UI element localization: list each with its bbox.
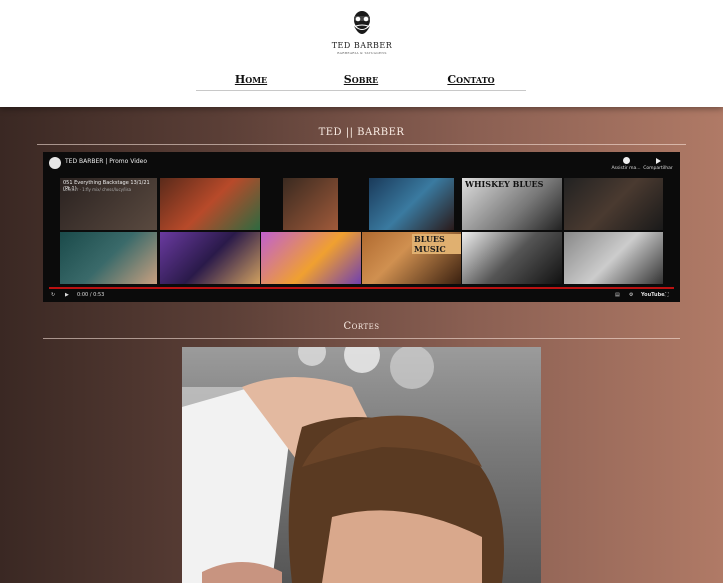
share-button[interactable]: Compartilhar xyxy=(643,157,673,171)
share-icon xyxy=(655,158,661,164)
logo-text: TED BARBER xyxy=(331,41,393,50)
thumbnail[interactable] xyxy=(160,232,260,284)
nav-contato[interactable]: Contato xyxy=(416,70,526,91)
nav-home[interactable]: Home xyxy=(196,70,306,91)
watch-later-button[interactable]: Assistir ma... xyxy=(611,157,641,171)
thumbnail[interactable] xyxy=(564,232,663,284)
replay-icon[interactable]: ↻ xyxy=(51,292,55,298)
cortes-section-title: Cortes xyxy=(343,321,380,332)
thumbnail[interactable] xyxy=(60,232,157,284)
video-section-title: TED || BARBER xyxy=(318,127,405,138)
thumbnail[interactable]: WHISKEY BLUES xyxy=(462,178,562,230)
thumbnail[interactable] xyxy=(261,232,361,284)
fullscreen-icon[interactable]: ⛶ xyxy=(665,292,669,298)
main-nav: Home Sobre Contato xyxy=(196,70,527,92)
current-video-subtitle: Lofi/a.fr · 1:fly mix/ chess/lucy/lisa xyxy=(63,187,132,192)
volume-icon[interactable]: ▶ xyxy=(65,292,69,298)
thumbnail[interactable] xyxy=(369,178,454,230)
thumbnail[interactable] xyxy=(462,232,562,284)
watch-later-label: Assistir ma... xyxy=(611,166,641,171)
share-label: Compartilhar xyxy=(643,166,673,171)
channel-avatar[interactable] xyxy=(49,157,61,169)
thumbnail[interactable] xyxy=(160,178,260,230)
haircut-photo xyxy=(182,347,541,583)
divider xyxy=(43,338,680,339)
nav-sobre[interactable]: Sobre xyxy=(306,70,416,91)
settings-icon[interactable]: ⚙ xyxy=(629,292,633,298)
subtitles-icon[interactable]: ▤ xyxy=(615,292,620,298)
video-title[interactable]: TED BARBER | Promo Video xyxy=(65,158,147,165)
youtube-logo[interactable]: YouTube xyxy=(641,292,665,298)
progress-bar[interactable] xyxy=(49,287,674,289)
clock-icon xyxy=(622,157,630,164)
thumbnail[interactable]: BLUES MUSIC xyxy=(362,232,461,284)
thumbnail-label: BLUES MUSIC xyxy=(412,234,461,254)
thumbnail-label: WHISKEY BLUES xyxy=(465,179,544,189)
site-header: TED BARBER BARBEARIA & TATUAGENS Home So… xyxy=(0,0,723,107)
thumbnail[interactable] xyxy=(283,178,338,230)
logo-subtitle: BARBEARIA & TATUAGENS xyxy=(337,51,387,55)
thumbnail[interactable] xyxy=(564,178,663,230)
divider xyxy=(37,144,686,145)
time-display: 0:00 / 0:53 xyxy=(77,292,105,298)
video-top-bar: TED BARBER | Promo Video Assistir ma... … xyxy=(43,152,680,176)
youtube-embed[interactable]: TED BARBER | Promo Video Assistir ma... … xyxy=(43,152,680,302)
thumbnail-current[interactable]: 051 Everything Backstage 13/1/21 (Pt.1) … xyxy=(60,178,157,230)
